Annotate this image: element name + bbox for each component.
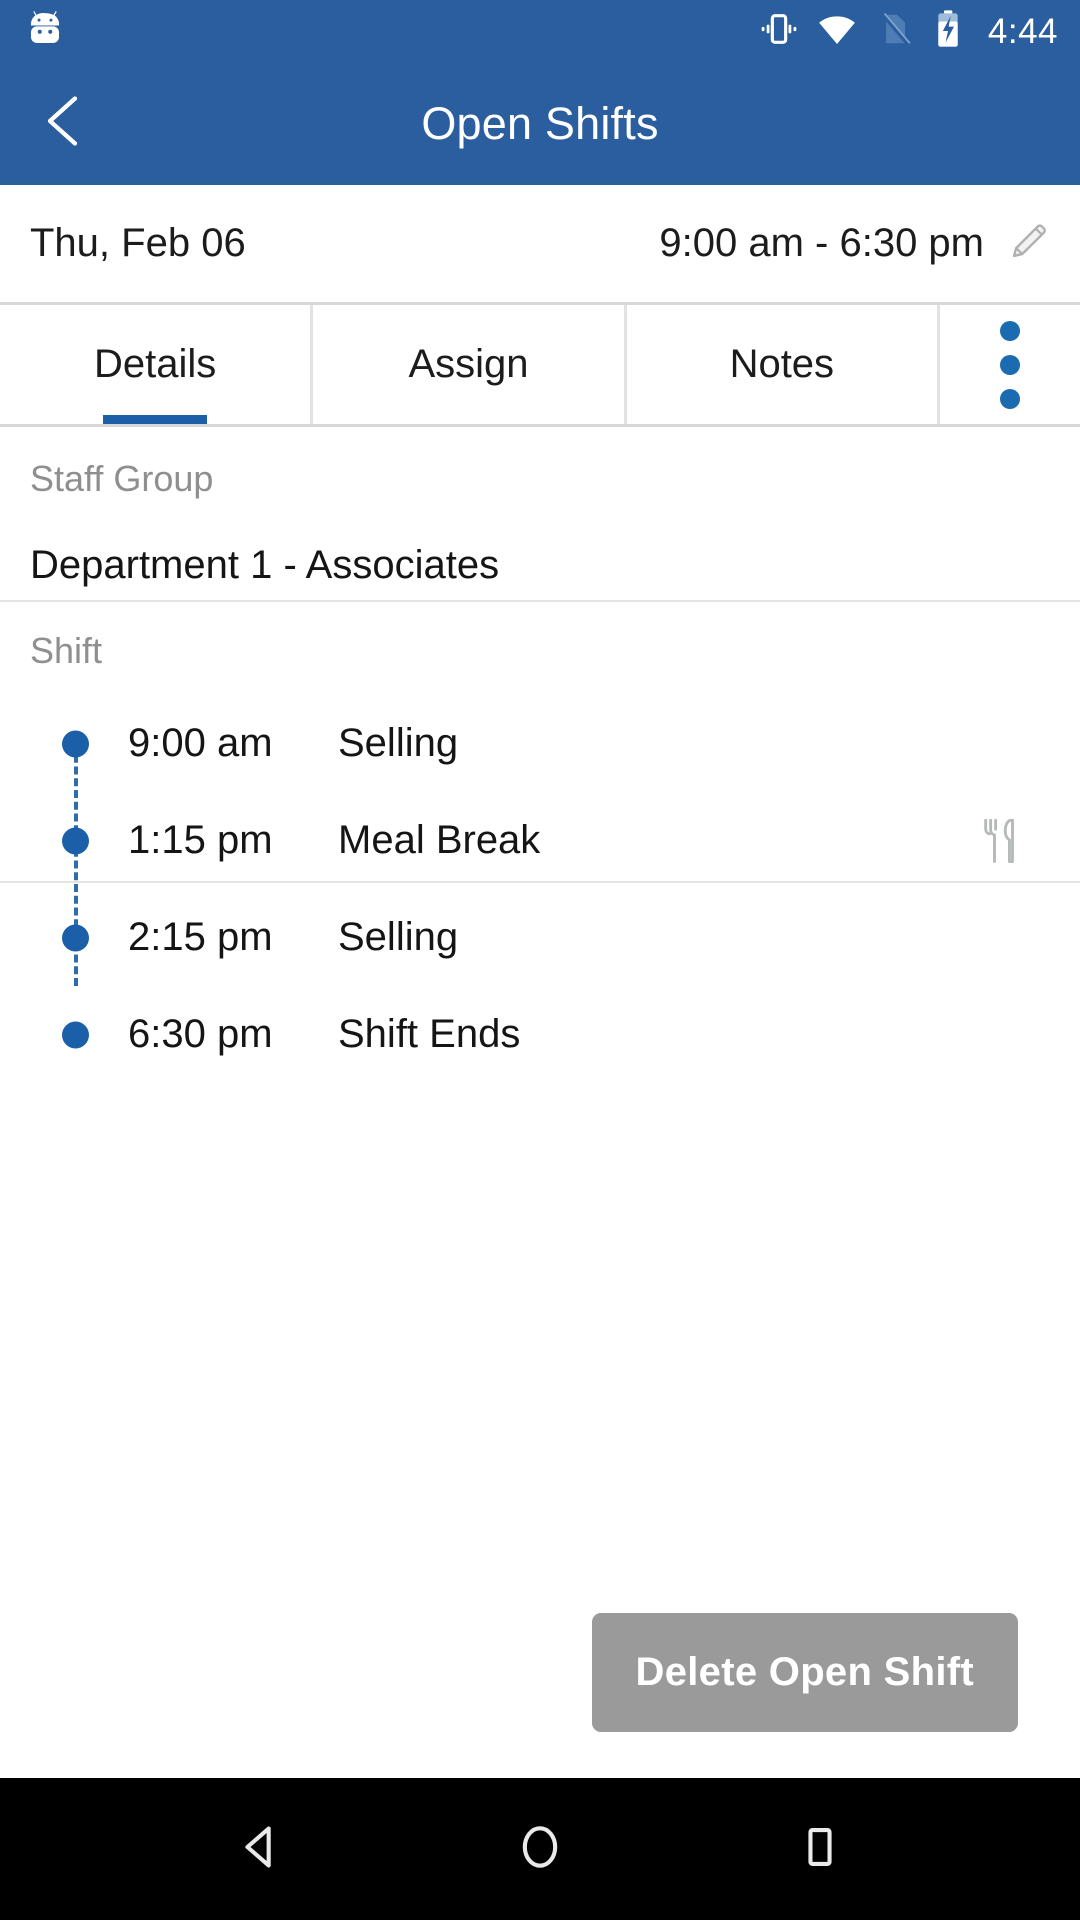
- shift-date: Thu, Feb 06: [30, 221, 246, 265]
- tab-assign-label: Assign: [408, 342, 529, 386]
- android-mascot-icon: [24, 8, 66, 55]
- timeline-entry-activity: Selling: [338, 915, 459, 959]
- nav-recents-button[interactable]: [750, 1778, 890, 1920]
- android-nav-bar: [0, 1778, 1080, 1920]
- status-bar-left: [24, 8, 66, 55]
- delete-open-shift-button[interactable]: Delete Open Shift: [591, 1613, 1018, 1732]
- timeline-entry[interactable]: 1:15 pm Meal Break: [30, 792, 1050, 889]
- timeline-entry[interactable]: 9:00 am Selling: [30, 695, 1050, 792]
- tab-active-indicator: [103, 415, 208, 424]
- tab-notes-label: Notes: [729, 342, 835, 386]
- nav-home-button[interactable]: [470, 1778, 610, 1920]
- timeline-entry-activity: Meal Break: [338, 818, 541, 862]
- overflow-menu-button[interactable]: [940, 305, 1080, 424]
- shift-date-row[interactable]: Thu, Feb 06 9:00 am - 6:30 pm: [0, 185, 1080, 302]
- shift-time-range: 9:00 am - 6:30 pm: [659, 221, 984, 265]
- nav-back-icon: [234, 1821, 286, 1878]
- app-bar: Open Shifts: [0, 62, 1080, 185]
- nav-back-button[interactable]: [190, 1778, 330, 1920]
- tab-details[interactable]: Details: [0, 305, 314, 424]
- timeline-entry-activity: Selling: [338, 721, 459, 765]
- timeline-entry-time: 1:15 pm: [128, 818, 273, 862]
- timeline-entry-time: 2:15 pm: [128, 915, 273, 959]
- timeline-entry-time: 6:30 pm: [128, 1012, 273, 1056]
- timeline-entry-time: 9:00 am: [128, 721, 273, 765]
- timeline-dot-icon: [62, 1021, 89, 1048]
- staff-group-value: Department 1 - Associates: [30, 543, 500, 587]
- overflow-dot: [999, 388, 1020, 409]
- timeline-entry[interactable]: 6:30 pm Shift Ends: [30, 986, 1050, 1083]
- shift-timeline: 9:00 am Selling 1:15 pm Meal Break 2:15 …: [30, 695, 1050, 1083]
- timeline-dot-icon: [62, 730, 89, 757]
- vibrate-icon: [759, 9, 799, 54]
- timeline-dot-icon: [62, 827, 89, 854]
- no-sim-icon: [875, 10, 913, 53]
- status-bar: 4:44: [0, 0, 1080, 62]
- status-bar-clock: 4:44: [987, 11, 1058, 51]
- wifi-icon: [816, 8, 858, 55]
- page-title: Open Shifts: [421, 97, 659, 149]
- tab-assign[interactable]: Assign: [313, 305, 627, 424]
- staff-group-section[interactable]: Staff Group Department 1 - Associates: [0, 430, 1080, 602]
- overflow-dot: [999, 320, 1020, 341]
- nav-home-icon: [514, 1821, 566, 1878]
- tab-notes[interactable]: Notes: [627, 305, 940, 424]
- shift-label: Shift: [30, 630, 103, 671]
- nav-recents-icon: [794, 1821, 846, 1878]
- timeline-dot-icon: [62, 924, 89, 951]
- more-vertical-icon: [999, 320, 1020, 409]
- timeline-entry[interactable]: 2:15 pm Selling: [30, 889, 1050, 986]
- battery-charging-icon: [930, 9, 966, 54]
- pencil-icon[interactable]: [1006, 218, 1052, 269]
- app-screen: 4:44 Open Shifts Thu, Feb 06 9:00 am - 6…: [0, 0, 1080, 1920]
- actions-area: Delete Open Shift: [0, 1613, 1080, 1732]
- staff-group-label: Staff Group: [30, 458, 214, 499]
- shift-section: Shift 9:00 am Selling 1:15 pm Meal Break: [0, 602, 1080, 1056]
- meal-icon: [978, 816, 1024, 866]
- tab-bar: Details Assign Notes: [0, 302, 1080, 427]
- tab-details-label: Details: [94, 342, 217, 386]
- status-bar-right: 4:44: [759, 8, 1058, 55]
- timeline-entry-activity: Shift Ends: [338, 1012, 521, 1056]
- shift-time-wrap: 9:00 am - 6:30 pm: [659, 218, 1052, 269]
- overflow-dot: [999, 354, 1020, 375]
